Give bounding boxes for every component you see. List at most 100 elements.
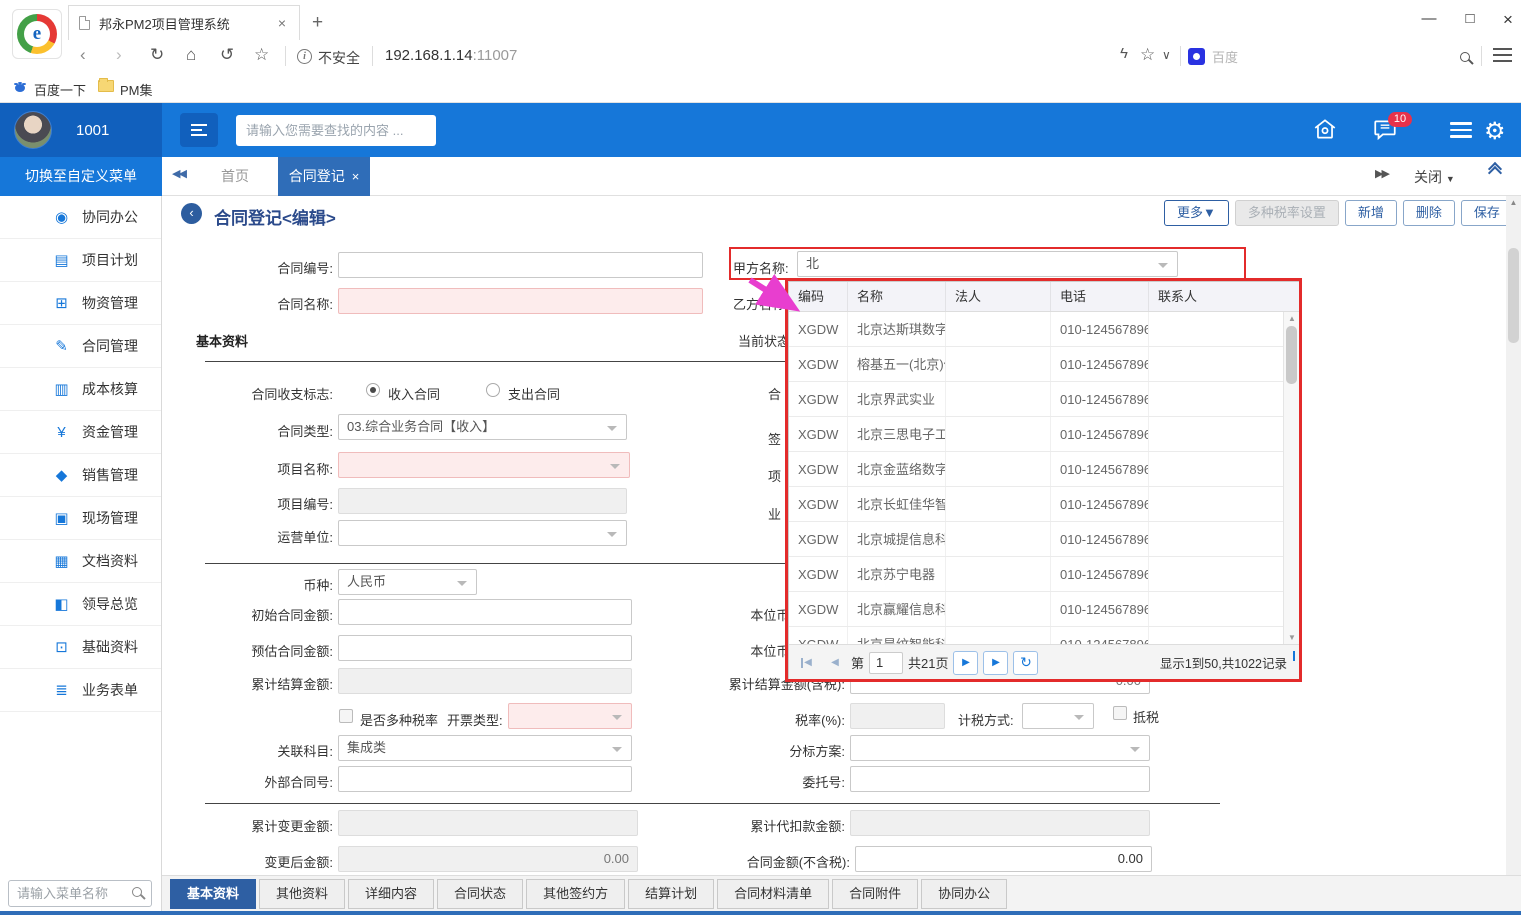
browser-tab[interactable]: 邦永PM2项目管理系统 × [68,5,300,40]
tab-home[interactable]: 首页 [200,157,270,196]
minimize-button[interactable]: — [1415,10,1443,27]
init-amount-input[interactable] [338,599,632,625]
scroll-up-icon[interactable]: ▲ [1284,314,1299,323]
contract-name-input[interactable] [338,288,703,314]
address-url[interactable]: 192.168.1.14:11007 [385,47,517,64]
toolbar-button[interactable]: 删除 [1403,200,1455,226]
undo-icon[interactable]: ↺ [220,45,244,65]
back-button[interactable]: ‹ [181,203,202,224]
party-a-select[interactable]: 北 [797,251,1178,277]
scrollbar-thumb[interactable] [1286,326,1297,384]
sidebar-item[interactable]: ⊡ 基础资料 [0,626,161,669]
external-no-input[interactable] [338,766,632,792]
radio-expense[interactable] [486,383,500,397]
user-block[interactable]: 1001 [0,103,162,157]
scroll-down-icon[interactable]: ▼ [1284,633,1299,642]
bottom-tab[interactable]: 其他资料 [259,879,345,909]
scroll-tabs-left-icon[interactable]: ◀◀ [172,167,185,180]
tax-method-select[interactable] [1022,703,1094,729]
tab-close-icon[interactable]: × [352,169,360,184]
sidebar-item[interactable]: ▣ 现场管理 [0,497,161,540]
dropdown-row[interactable]: XGDW 北京赢耀信息科技 010-124567896 [789,592,1299,627]
bottom-tab[interactable]: 协同办公 [921,879,1007,909]
tab-contract-registration[interactable]: 合同登记× [278,157,370,196]
menu-search-input[interactable] [8,880,152,907]
more-button[interactable]: 更多▼ [1164,200,1229,226]
favorite-star-icon[interactable]: ☆ [254,45,278,65]
dropdown-row[interactable]: XGDW 北京达斯琪数字科 010-124567896 [789,312,1299,347]
bottom-tab[interactable]: 基本资料 [170,879,256,909]
radio-income[interactable] [366,383,380,397]
search-icon[interactable] [132,887,142,897]
scroll-up-icon[interactable]: ▲ [1506,198,1521,207]
chevron-down-icon[interactable]: ∨ [1162,48,1186,62]
switch-custom-menu-button[interactable]: 切换至自定义菜单 [0,157,162,196]
sidebar-item[interactable]: ▤ 项目计划 [0,239,161,282]
toolbar-button[interactable]: 多种税率设置 [1235,200,1339,226]
project-name-select[interactable] [338,452,630,478]
toolbar-button[interactable]: 新增 [1345,200,1397,226]
tab-close-icon[interactable]: × [275,15,289,31]
bookmark-star-icon[interactable]: ☆ [1140,45,1164,65]
global-search-input[interactable] [236,115,436,146]
next-page-button[interactable]: ▶ [953,651,978,675]
scroll-tabs-right-icon[interactable]: ▶▶ [1375,167,1388,180]
search-icon[interactable] [1460,49,1470,67]
entrust-input[interactable] [850,766,1150,792]
menu-icon[interactable] [1493,48,1512,62]
sidebar-item[interactable]: ▦ 文档资料 [0,540,161,583]
dropdown-row[interactable]: XGDW 北京界武实业 010-124567896 [789,382,1299,417]
subject-select[interactable]: 集成类 [338,735,632,761]
back-icon[interactable]: ‹ [80,45,104,65]
new-tab-button[interactable]: + [312,12,323,34]
bottom-tab[interactable]: 合同附件 [832,879,918,909]
last-page-button[interactable]: ▶ [983,651,1008,675]
bottom-tab[interactable]: 合同材料清单 [717,879,829,909]
bid-plan-select[interactable] [850,735,1150,761]
dropdown-row[interactable]: XGDW 北京城提信息科技 010-124567896 [789,522,1299,557]
contract-type-select[interactable]: 03.综合业务合同【收入】 [338,414,627,440]
bottom-tab[interactable]: 详细内容 [348,879,434,909]
contract-no-input[interactable] [338,252,703,278]
forward-icon[interactable]: › [116,45,140,65]
page-number-input[interactable] [869,652,903,674]
info-icon[interactable]: i [297,49,312,64]
sidebar-item[interactable]: ◉ 协同办公 [0,196,161,239]
dropdown-row[interactable]: XGDW 北京苏宁电器 010-124567896 [789,557,1299,592]
refresh-icon[interactable]: ↻ [150,45,174,65]
sidebar-toggle-button[interactable] [180,113,218,147]
currency-select[interactable]: 人民币 [338,569,477,595]
dropdown-row[interactable]: XGDW 北京三思电子工程 010-124567896 [789,417,1299,452]
dropdown-row[interactable]: XGDW 榕基五一(北京)信 010-124567896 [789,347,1299,382]
portal-home-icon[interactable] [1312,116,1342,144]
close-tabs-dropdown[interactable]: 关闭 ▼ [1414,167,1455,187]
window-close-button[interactable]: × [1494,10,1521,30]
bottom-tab[interactable]: 其他签约方 [526,879,625,909]
scrollbar-thumb[interactable] [1508,248,1519,343]
maximize-button[interactable]: □ [1456,10,1484,27]
prev-page-icon[interactable]: ◀ [824,652,846,674]
dropdown-row[interactable]: XGDW 北京金蓝络数字科 010-124567896 [789,452,1299,487]
dropdown-row[interactable]: XGDW 北京昊纹智能科技 010-124567896 [789,627,1299,644]
avatar[interactable] [14,111,52,149]
home-icon[interactable]: ⌂ [186,45,210,65]
bottom-tab[interactable]: 结算计划 [628,879,714,909]
bookmark-pm[interactable]: PM集 [120,80,153,99]
reload-button[interactable]: ↻ [1013,651,1038,675]
multi-tax-checkbox[interactable] [339,709,353,723]
apps-menu-icon[interactable] [1450,122,1472,142]
deduct-checkbox[interactable] [1113,706,1127,720]
first-page-icon[interactable]: ◀ [797,652,819,674]
baidu-search-box[interactable]: 百度 [1188,44,1260,69]
sidebar-item[interactable]: ◧ 领导总览 [0,583,161,626]
op-unit-select[interactable] [338,520,627,546]
amount-input[interactable]: 0.00 [855,846,1152,872]
sidebar-item[interactable]: ✎ 合同管理 [0,325,161,368]
invoice-type-select[interactable] [508,703,632,729]
sidebar-item[interactable]: ◆ 销售管理 [0,454,161,497]
sidebar-item[interactable]: ≣ 业务表单 [0,669,161,712]
sidebar-item[interactable]: ⊞ 物资管理 [0,282,161,325]
settings-gear-icon[interactable]: ⚙ [1484,117,1506,146]
bookmark-baidu[interactable]: 百度一下 [34,80,86,99]
dropdown-scrollbar[interactable]: ▲ ▼ [1283,312,1299,644]
